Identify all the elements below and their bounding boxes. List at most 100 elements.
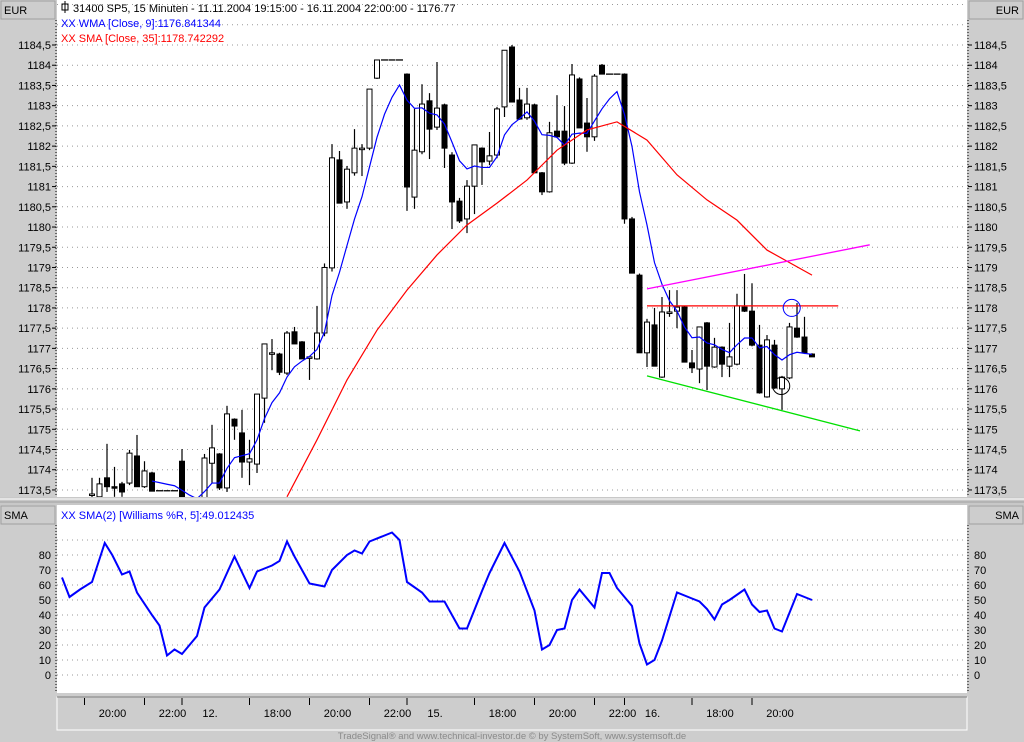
candle-down [231,418,238,427]
candle-up [786,326,793,379]
y-tick-label-right: 1182,5 [974,121,1007,133]
candle-up [284,332,290,374]
candle-up [569,74,575,164]
candle-up [374,59,380,79]
candle-up [224,413,230,489]
y-tick-label-left: 1174 [27,465,51,477]
candle-down [426,100,433,130]
x-tick-label: 20:00 [549,708,577,720]
x-tick-label: 20:00 [766,708,794,720]
candle-up [419,103,425,153]
candle-up [696,326,703,370]
candle-up [126,452,133,484]
candle-down [479,147,485,163]
y-tick-label-right: 1178 [974,303,998,315]
candle-down [239,432,245,463]
candle-up [366,88,373,149]
candle-up [726,356,733,367]
candle-down [119,483,125,493]
y-tick-label-left: 1179,5 [18,242,51,254]
y-tick-label-right: 1183,5 [974,80,1007,92]
indicator-tick-label-right: 80 [974,550,986,562]
indicator-tick-label-left: 20 [39,640,51,652]
indicator-tick-label-left: 70 [39,565,51,577]
y-tick-label-left: 1180 [27,222,51,234]
y-tick-label-right: 1181 [974,182,998,194]
y-tick-label-right: 1177 [974,343,998,355]
candle-down [629,218,635,274]
candle-down [336,159,343,204]
candle-up [261,343,268,399]
candle-down [554,130,560,138]
candle-up [494,108,500,156]
candle-up [344,168,350,203]
candle-up [659,311,665,378]
sma-legend[interactable]: XX SMA [Close, 35]:1178.742292 [61,33,224,45]
indicator-tick-label-right: 70 [974,565,986,577]
candle-down [681,306,688,363]
indicator-tick-label-left: 10 [39,655,51,667]
x-tick-label: 20:00 [324,708,352,720]
x-tick-label: 18:00 [264,708,292,720]
y-tick-label-left: 1173,5 [18,485,51,497]
x-tick-label: 18:00 [706,708,734,720]
y-tick-label-left: 1176 [27,384,51,396]
candle-down [561,130,568,164]
candle-up [411,149,418,198]
y-tick-label-left: 1180,5 [18,202,51,214]
y-tick-label-right: 1175,5 [974,404,1007,416]
candle-up [501,49,508,108]
candle-down [299,341,305,360]
candle-up [644,321,650,354]
candle-up [209,447,215,464]
candle-up [359,147,365,151]
x-tick-label: 22:00 [609,708,637,720]
indicator-tick-label-right: 20 [974,640,986,652]
indicator-tick-label-right: 50 [974,595,986,607]
y-tick-label-right: 1176,5 [974,364,1007,376]
candle-down [441,104,448,149]
y-tick-label-right: 1181,5 [974,161,1007,173]
candle-down [509,46,515,103]
candle-down [621,73,628,220]
candle-down [801,336,808,354]
y-tick-label-left: 1177 [27,343,51,355]
candle-down [539,172,545,193]
candle-down [134,455,140,488]
candle-down [636,274,643,354]
candle-down [689,362,695,369]
y-tick-label-left: 1177,5 [18,323,51,335]
wma-legend[interactable]: XX WMA [Close, 9]:1176.841344 [61,18,221,30]
candle-down [449,154,455,203]
candle-up [269,352,275,355]
y-tick-label-right: 1180,5 [974,202,1007,214]
candle-up [96,483,103,497]
candle-up [89,493,95,496]
candle-down [104,477,110,488]
y-tick-label-left: 1183 [27,101,51,113]
panel-splitter[interactable] [0,497,1024,505]
indicator-tick-label-left: 50 [39,595,51,607]
candle-down [149,472,155,492]
indicator-tick-label-left: 80 [39,550,51,562]
y-tick-label-right: 1175 [974,424,998,436]
candle-up [141,470,148,488]
right-indicator-title: SMA [995,510,1020,522]
x-tick-label: 22:00 [384,708,412,720]
indicator-tick-label-left: 30 [39,625,51,637]
x-tick-label: 16. [645,708,660,720]
x-tick-label: 15. [427,708,442,720]
chart-canvas: EUR EUR SMA SMA 1184,5 1184,5 1184 1184 1183… [0,0,1024,742]
y-tick-label-right: 1180 [974,222,998,234]
candle-up [486,155,493,162]
indicator-tick-label-left: 60 [39,580,51,592]
candle-up [351,147,358,174]
y-tick-label-left: 1183,5 [18,80,51,92]
indicator-plot-area[interactable] [57,505,967,693]
candle-down [599,64,605,75]
candle-up [254,393,260,465]
indicator-legend[interactable]: XX SMA(2) [Williams %R, 5]:49.012435 [61,510,254,522]
y-tick-label-left: 1184 [27,60,51,72]
candle-up [246,458,253,463]
y-tick-label-left: 1174,5 [18,445,51,457]
